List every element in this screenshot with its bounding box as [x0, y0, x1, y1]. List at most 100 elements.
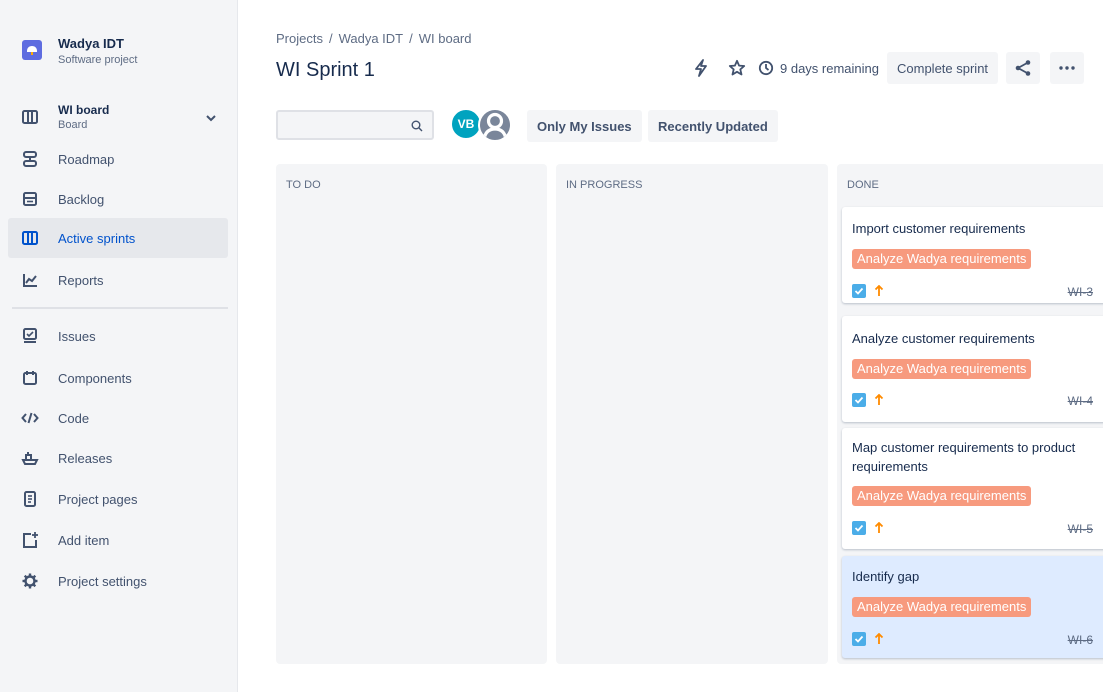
column-in-progress: IN PROGRESS	[556, 164, 828, 664]
recently-updated-filter[interactable]: Recently Updated	[648, 110, 778, 142]
sidebar-item-project-settings[interactable]: Project settings	[8, 561, 228, 601]
breadcrumb: Projects / Wadya IDT / WI board	[276, 31, 472, 46]
issue-card[interactable]: Analyze customer requirements Analyze Wa…	[842, 316, 1103, 422]
issues-icon	[20, 326, 40, 346]
task-checkbox-icon	[852, 393, 866, 407]
sidebar-item-reports[interactable]: Reports	[8, 260, 228, 300]
task-checkbox-icon	[852, 521, 866, 535]
column-done: DONE Import customer requirements Analyz…	[837, 164, 1103, 664]
search-icon	[411, 119, 423, 137]
sprint-remaining: 9 days remaining	[758, 60, 879, 76]
issue-summary: Analyze customer requirements	[852, 331, 1035, 346]
sidebar-item-label: Project pages	[58, 491, 138, 507]
breadcrumb-projects[interactable]: Projects	[276, 31, 323, 46]
issue-card[interactable]: Import customer requirements Analyze Wad…	[842, 207, 1103, 303]
sidebar-item-code[interactable]: Code	[8, 398, 228, 438]
issue-summary: Identify gap	[852, 569, 920, 584]
sidebar-item-active-sprints[interactable]: Active sprints	[8, 218, 228, 258]
page-title: WI Sprint 1	[276, 59, 375, 81]
sidebar-item-label: Roadmap	[58, 151, 115, 167]
sidebar-item-issues[interactable]: Issues	[8, 316, 228, 356]
priority-high-arrow-icon	[874, 285, 884, 297]
sidebar-item-add-item[interactable]: Add item	[8, 520, 228, 560]
task-checkbox-icon	[852, 284, 866, 298]
sidebar-item-board-switcher[interactable]: WI board Board	[8, 96, 228, 138]
complete-sprint-button[interactable]: Complete sprint	[887, 52, 999, 84]
sidebar-item-label: Backlog	[58, 191, 105, 207]
board-icon	[20, 107, 40, 127]
issue-meta	[852, 283, 884, 299]
issue-key[interactable]: WI-6	[1068, 633, 1093, 647]
sidebar-divider	[12, 307, 228, 309]
epic-badge: Analyze Wadya requirements	[852, 249, 1032, 269]
backlog-icon	[20, 189, 40, 209]
sidebar-item-label: Code	[58, 410, 90, 426]
priority-high-arrow-icon	[874, 633, 884, 645]
sidebar-item-label: Add item	[58, 532, 110, 548]
sidebar-item-releases[interactable]: Releases	[8, 438, 228, 478]
sidebar-item-label: Active sprints	[58, 230, 136, 246]
active-sprints-icon	[20, 228, 40, 248]
board-name: WI board	[58, 103, 110, 117]
epic-badge: Analyze Wadya requirements	[852, 359, 1032, 379]
issue-card[interactable]: Map customer requirements to product req…	[842, 428, 1103, 549]
app-root: Wadya IDT Software project WI board Boar…	[0, 0, 1103, 692]
automation-lightning-icon[interactable]	[690, 54, 712, 82]
column-title: DONE	[847, 179, 879, 191]
components-icon	[20, 368, 40, 388]
column-title: IN PROGRESS	[566, 179, 643, 191]
roadmap-icon	[20, 149, 40, 169]
sidebar-item-label: Components	[58, 370, 132, 386]
issue-key[interactable]: WI-3	[1068, 285, 1093, 299]
project-avatar-icon	[22, 40, 42, 60]
project-header[interactable]: Wadya IDT Software project	[18, 34, 228, 74]
more-actions-button[interactable]	[1050, 52, 1085, 84]
chevron-down-icon[interactable]	[206, 110, 216, 125]
project-type: Software project	[58, 54, 138, 66]
ellipsis-icon	[1059, 66, 1075, 70]
task-checkbox-icon	[852, 632, 866, 646]
reports-icon	[20, 270, 40, 290]
add-item-icon	[20, 530, 40, 550]
breadcrumb-board[interactable]: WI board	[419, 31, 472, 46]
priority-high-arrow-icon	[874, 522, 884, 534]
priority-high-arrow-icon	[874, 394, 884, 406]
issue-summary: Map customer requirements to product req…	[852, 440, 1076, 474]
share-button[interactable]	[1006, 52, 1041, 84]
issue-key[interactable]: WI-5	[1068, 522, 1093, 536]
issue-meta	[852, 520, 884, 536]
search-field[interactable]	[276, 110, 434, 140]
header-actions: 9 days remaining Complete sprint	[690, 52, 1085, 84]
remaining-text: 9 days remaining	[780, 60, 879, 76]
sidebar-item-roadmap[interactable]: Roadmap	[8, 139, 228, 179]
column-title: TO DO	[286, 179, 321, 191]
issue-card-selected[interactable]: Identify gap Analyze Wadya requirements …	[842, 556, 1103, 658]
breadcrumb-project[interactable]: Wadya IDT	[339, 31, 404, 46]
star-icon[interactable]	[726, 54, 748, 82]
share-icon	[1015, 60, 1031, 76]
issue-meta	[852, 392, 884, 408]
epic-badge: Analyze Wadya requirements	[852, 597, 1032, 617]
sidebar-item-project-pages[interactable]: Project pages	[8, 479, 228, 519]
sidebar-item-label: Releases	[58, 450, 113, 466]
sidebar: Wadya IDT Software project WI board Boar…	[0, 0, 238, 692]
sidebar-item-label: Issues	[58, 328, 96, 344]
issue-key[interactable]: WI-4	[1068, 394, 1093, 408]
sidebar-item-label: Reports	[58, 272, 104, 288]
sidebar-item-label: Project settings	[58, 573, 147, 589]
only-my-issues-filter[interactable]: Only My Issues	[527, 110, 642, 142]
pages-icon	[20, 489, 40, 509]
search-input[interactable]	[284, 116, 402, 134]
issue-meta	[852, 631, 884, 647]
releases-icon	[20, 448, 40, 468]
code-icon	[20, 408, 40, 428]
sidebar-item-components[interactable]: Components	[8, 358, 228, 398]
issue-summary: Import customer requirements	[852, 221, 1026, 236]
sidebar-item-backlog[interactable]: Backlog	[8, 179, 228, 219]
unassigned-avatar-icon[interactable]	[478, 108, 512, 142]
column-todo: TO DO	[276, 164, 547, 664]
epic-badge: Analyze Wadya requirements	[852, 486, 1032, 506]
settings-icon	[20, 571, 40, 591]
clock-icon	[758, 60, 774, 76]
board-sublabel: Board	[58, 119, 88, 131]
